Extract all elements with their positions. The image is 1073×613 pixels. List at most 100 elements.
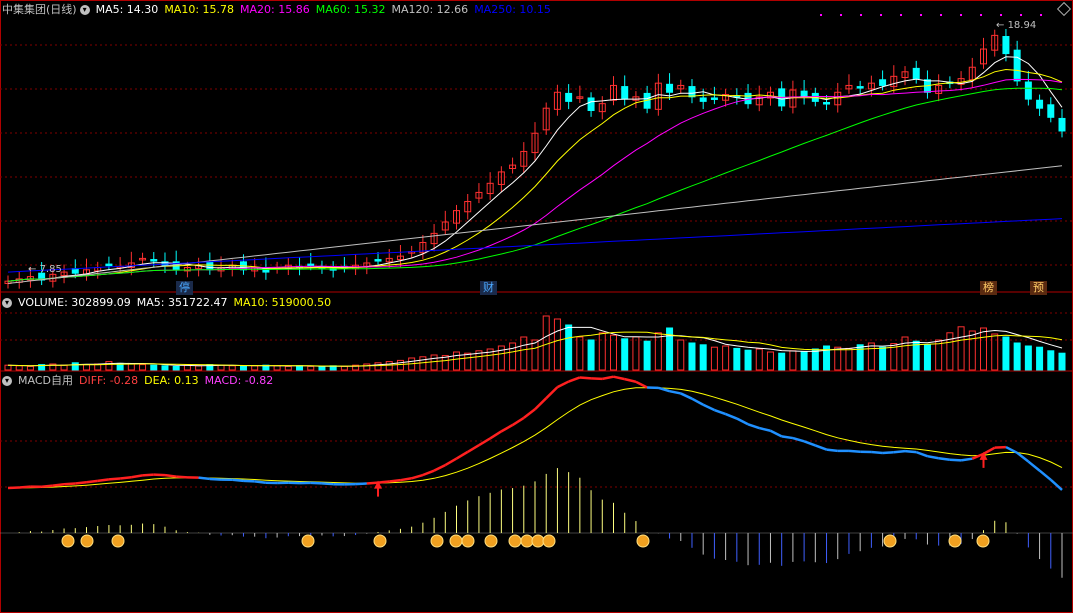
- diff-line-segment: [164, 473, 177, 478]
- volume-bar-up: [139, 364, 147, 371]
- volume-bar-up: [520, 336, 528, 371]
- high-price-label: ← 18.94: [996, 20, 1037, 31]
- volume-bar-up: [677, 339, 685, 371]
- diff-line-segment: [355, 482, 367, 486]
- ma120-line: [7, 165, 1063, 284]
- stock-chart-window: 中集集团(日线) ▾ MA5: 14.30 MA10: 15.78 MA20: 15.8…: [0, 0, 1073, 613]
- signal-dot: [860, 14, 862, 16]
- diff-line-segment: [613, 375, 625, 381]
- ma-label-1: MA10: 15.78: [164, 3, 235, 16]
- volume-bar-up: [453, 351, 461, 371]
- volume-bar-up: [867, 342, 875, 371]
- volume-bar-up: [654, 332, 662, 371]
- volume-bar-down: [150, 364, 158, 371]
- volume-bar-down: [643, 340, 651, 371]
- volume-bar-up: [531, 339, 539, 371]
- diff-line-segment: [826, 448, 838, 453]
- diff-line-segment: [915, 450, 928, 458]
- volume-bar-down: [161, 365, 169, 371]
- diff-line-segment: [119, 476, 132, 480]
- diff-line-segment: [904, 449, 917, 454]
- candle-down: [1058, 117, 1066, 132]
- stock-name[interactable]: 中集集团(日线): [2, 3, 77, 16]
- volume-bar-up: [251, 365, 259, 371]
- candle-down: [710, 97, 718, 100]
- diff-line-segment: [758, 426, 771, 432]
- volume-bar-down: [811, 348, 819, 371]
- diff-line-segment: [489, 430, 503, 440]
- volume-bar-up: [273, 365, 281, 371]
- diff-line-segment: [769, 429, 783, 438]
- badge-icon: [976, 534, 990, 548]
- event-tag-suspend[interactable]: 停: [176, 281, 193, 295]
- volume-bar-up: [935, 339, 943, 371]
- volume-bar-up: [105, 361, 113, 371]
- diff-line-segment: [1027, 460, 1041, 472]
- badge-icon: [636, 534, 650, 548]
- volume-bar-up: [464, 352, 472, 371]
- signal-dot: [940, 14, 942, 16]
- diff-line-segment: [792, 436, 805, 443]
- chevron-down-icon[interactable]: ▾: [79, 5, 90, 15]
- diff-line-segment: [702, 403, 715, 412]
- diff-line-segment: [478, 437, 491, 447]
- macd-title[interactable]: MACD自用: [18, 374, 73, 387]
- candle-down: [823, 102, 831, 105]
- ma60-line: [7, 87, 1063, 282]
- diff-line-segment: [377, 480, 390, 484]
- signal-dot: [820, 14, 822, 16]
- diff-line-segment: [591, 377, 603, 381]
- diff-line-segment: [871, 450, 883, 455]
- volume-bar-up: [127, 363, 135, 371]
- chevron-down-icon[interactable]: ▾: [2, 298, 12, 308]
- volume-bar-down: [1024, 345, 1032, 371]
- volume-bar-up: [82, 364, 90, 371]
- money-bag-icon: [508, 534, 522, 548]
- candle-down: [1036, 99, 1044, 109]
- event-tag-forecast[interactable]: 预: [1030, 281, 1047, 295]
- volume-bar-up: [195, 365, 203, 371]
- volume-bar-up: [4, 364, 12, 371]
- badge-icon: [80, 534, 94, 548]
- diff-line-segment: [960, 457, 973, 462]
- diff-line-segment: [927, 454, 939, 460]
- volume-bar-up: [396, 359, 404, 371]
- diff-line-segment: [444, 457, 458, 467]
- candle-down: [1013, 49, 1021, 82]
- volume-bar-up: [632, 336, 640, 371]
- volume-bar-up: [968, 330, 976, 371]
- diff-line-segment: [669, 389, 682, 395]
- volume-bar-down: [1047, 350, 1055, 371]
- volume-bar-down: [1036, 346, 1044, 371]
- diff-line-segment: [982, 446, 996, 455]
- chevron-down-icon[interactable]: ▾: [2, 376, 12, 386]
- diff-line-segment: [63, 482, 76, 486]
- volume-bar-down: [744, 349, 752, 371]
- macd-panel-header: ▾ MACD自用 DIFF: -0.28 DEA: 0.13 MACD: -0.82: [2, 373, 285, 389]
- diff-line-segment: [455, 450, 469, 460]
- volume-bar-up: [307, 365, 315, 371]
- volume-bar-up: [834, 346, 842, 371]
- volume-bar-down: [879, 346, 887, 371]
- price-panel-header: 中集集团(日线) ▾ MA5: 14.30 MA10: 15.78 MA20: 15.8…: [2, 2, 563, 18]
- volume-bar-up: [722, 345, 730, 371]
- signal-dot: [1040, 14, 1042, 16]
- diff-line-segment: [568, 376, 581, 383]
- event-tag-finance[interactable]: 财: [480, 281, 497, 295]
- candle-down: [688, 86, 696, 98]
- volume-legend: VOLUME: 302899.09 MA5: 351722.47 MA10: 519…: [18, 296, 337, 309]
- event-tag-rank[interactable]: 榜: [980, 281, 997, 295]
- signal-dot: [1020, 14, 1022, 16]
- candle-down: [587, 97, 595, 111]
- signal-dot: [840, 14, 842, 16]
- ma10-line: [7, 68, 1063, 282]
- volume-bar-down: [296, 365, 304, 371]
- diff-line-segment: [635, 380, 648, 389]
- diff-line-segment: [19, 485, 31, 489]
- diff-line-segment: [949, 458, 962, 462]
- diff-line-segment: [131, 474, 143, 479]
- diff-line-segment: [624, 377, 637, 384]
- diff-line-segment: [198, 476, 210, 481]
- volume-bar-up: [385, 361, 393, 371]
- diff-line-segment: [467, 444, 480, 453]
